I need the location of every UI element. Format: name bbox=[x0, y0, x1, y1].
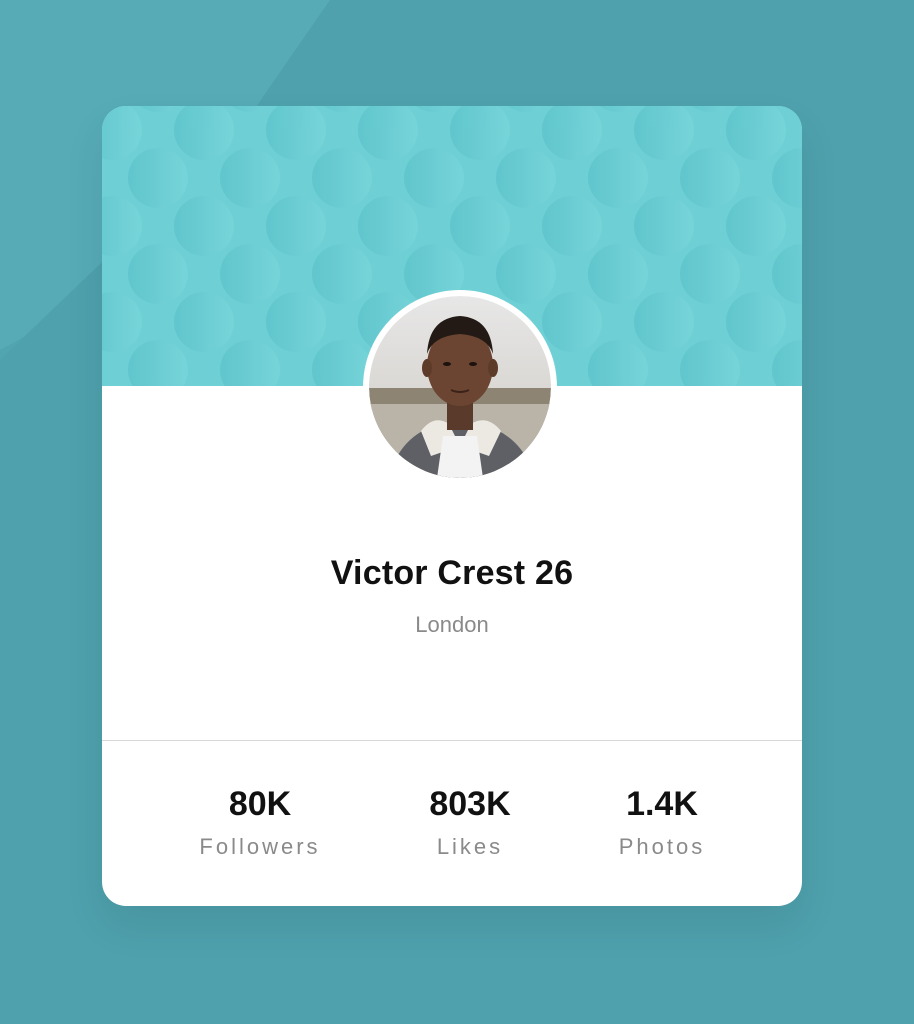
header-pattern-circle bbox=[680, 148, 740, 208]
header-pattern-circle bbox=[312, 244, 372, 304]
header-pattern-circle bbox=[358, 196, 418, 256]
profile-name: Victor Crest 26 bbox=[330, 554, 574, 592]
photos-count: 1.4K bbox=[626, 785, 698, 823]
header-pattern-circle bbox=[266, 196, 326, 256]
header-pattern-circle bbox=[634, 292, 694, 352]
header-pattern-circle bbox=[266, 292, 326, 352]
header-pattern-circle bbox=[450, 196, 510, 256]
header-pattern-circle bbox=[220, 244, 280, 304]
profile-location: London bbox=[415, 612, 489, 637]
header-pattern-circle bbox=[588, 244, 648, 304]
header-pattern-circle bbox=[128, 244, 188, 304]
header-pattern-circle bbox=[680, 244, 740, 304]
photos-label: Photos bbox=[618, 834, 706, 859]
profile-card: Victor Crest 26 London 80K Followers 803… bbox=[102, 106, 802, 906]
header-pattern-circle bbox=[496, 244, 556, 304]
profile-photo-image bbox=[369, 296, 551, 478]
stat-likes[interactable]: 803K Likes bbox=[360, 782, 580, 862]
header-pattern-circle bbox=[404, 148, 464, 208]
header-pattern-circle bbox=[542, 292, 602, 352]
divider bbox=[102, 740, 802, 741]
followers-count: 80K bbox=[228, 785, 292, 823]
header-pattern-circle bbox=[588, 148, 648, 208]
followers-label: Followers bbox=[199, 834, 321, 859]
likes-count: 803K bbox=[429, 785, 511, 823]
stat-photos[interactable]: 1.4K Photos bbox=[552, 782, 772, 862]
stat-followers[interactable]: 80K Followers bbox=[150, 782, 370, 862]
header-pattern-circle bbox=[726, 292, 786, 352]
avatar[interactable] bbox=[363, 290, 557, 484]
header-pattern-circle bbox=[634, 196, 694, 256]
header-pattern-circle bbox=[726, 196, 786, 256]
header-pattern-circle bbox=[220, 148, 280, 208]
header-pattern-circle bbox=[542, 196, 602, 256]
likes-label: Likes bbox=[436, 834, 504, 859]
header-pattern-circle bbox=[312, 148, 372, 208]
header-pattern-circle bbox=[496, 148, 556, 208]
header-pattern-circle bbox=[128, 148, 188, 208]
header-pattern-circle bbox=[174, 196, 234, 256]
header-pattern-circle bbox=[174, 292, 234, 352]
